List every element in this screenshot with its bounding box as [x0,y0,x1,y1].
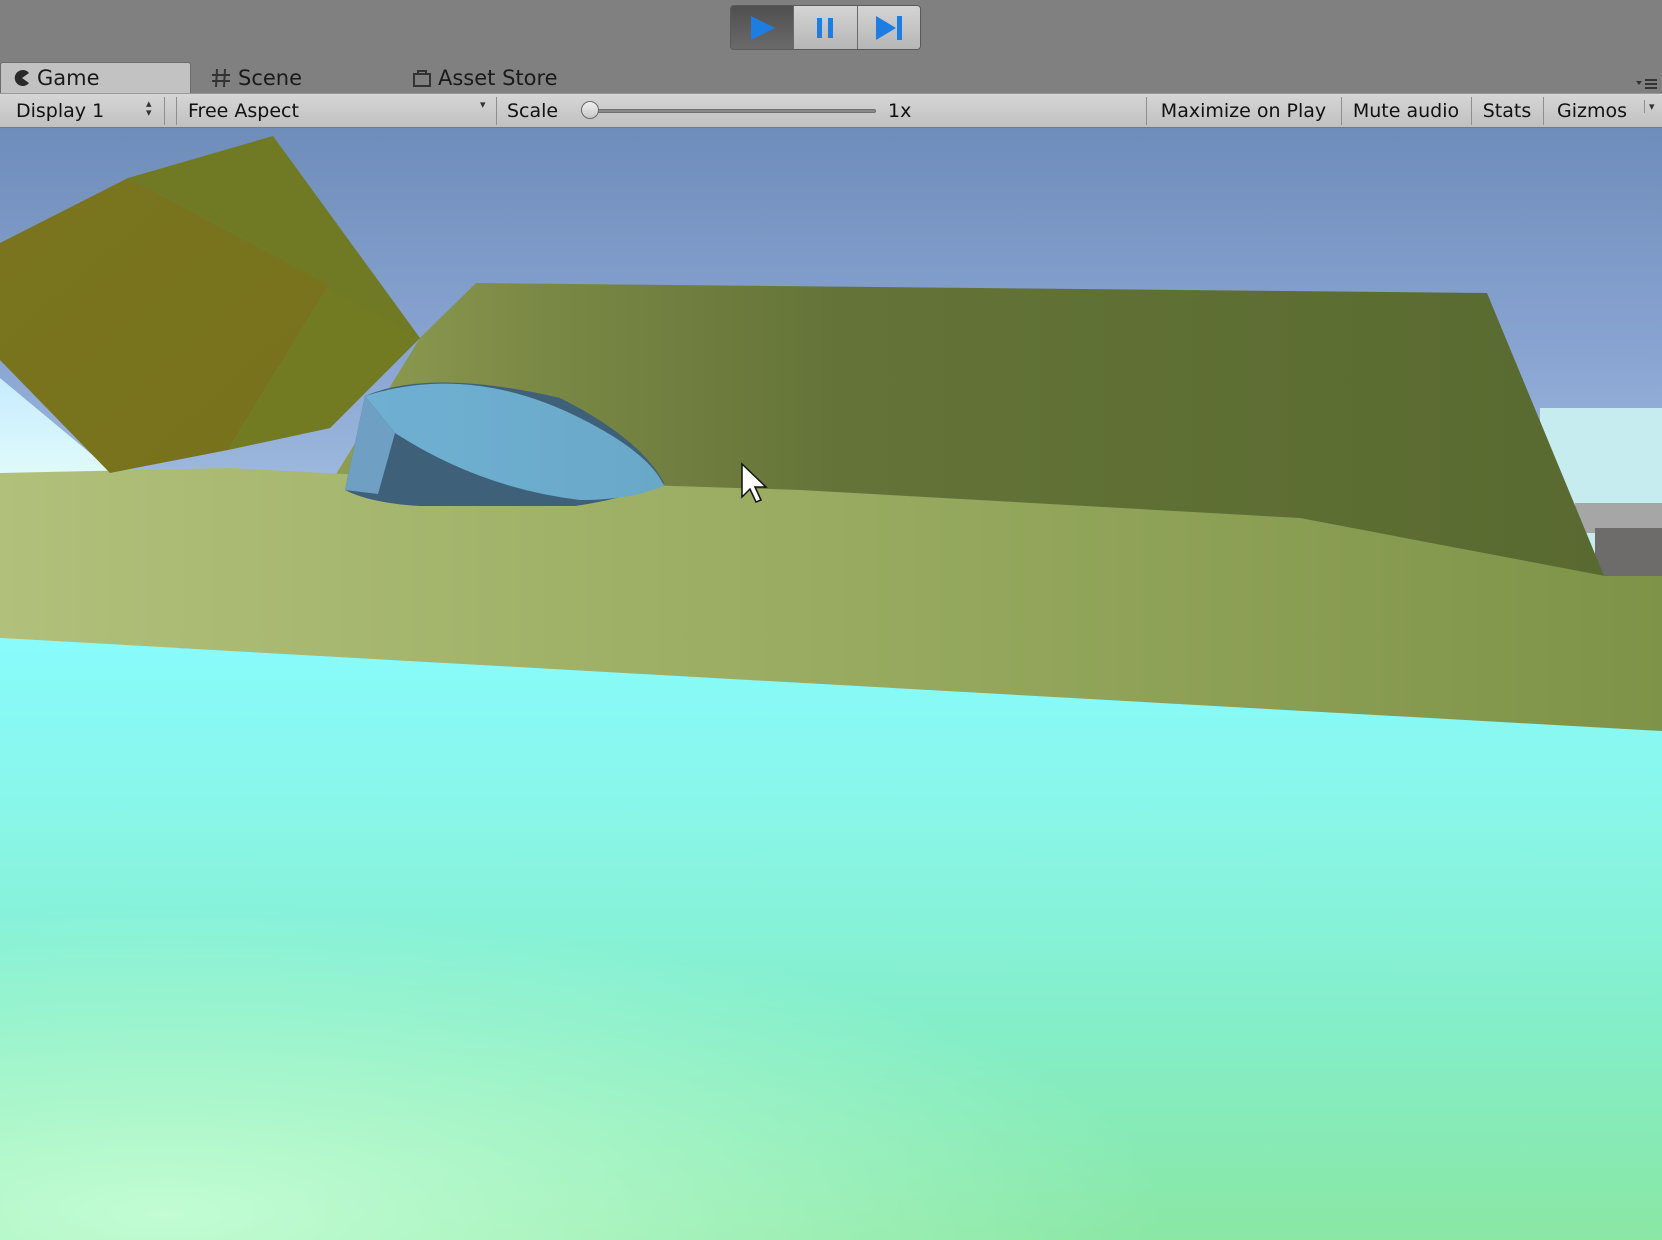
distant-dark-object [1595,528,1662,578]
scale-value: 1x [888,99,912,122]
up-down-arrows-icon: ▴ ▾ [146,97,152,119]
tab-game[interactable]: Game [0,62,191,93]
pause-icon [817,17,834,38]
hash-icon [210,67,232,89]
dropdown-arrow-icon: ▾ [480,98,486,111]
pause-button[interactable] [794,6,858,49]
gizmos-arrow-icon: ▾ [1644,100,1655,113]
scale-slider-track[interactable] [581,109,876,113]
game-viewport[interactable] [0,128,1662,1240]
scale-slider-handle[interactable] [581,101,599,119]
aspect-label: Free Aspect [188,99,299,122]
game-scene-render [0,128,1662,1240]
unity-editor-window: Game Scene Asset Store Display 1 ▴ ▾ Fre… [0,0,1662,1240]
play-icon [751,15,776,40]
maximize-on-play-toggle[interactable]: Maximize on Play [1147,94,1340,127]
tab-asset-store[interactable]: Asset Store [412,62,612,93]
tab-scene[interactable]: Scene [210,62,360,93]
shopping-bag-icon [412,68,432,88]
gizmos-dropdown[interactable]: Gizmos ▾ [1544,94,1662,127]
play-controls [730,5,921,50]
tab-context-menu-icon[interactable] [1636,76,1658,90]
tab-scene-label: Scene [238,65,303,90]
scale-label: Scale [507,99,559,122]
top-toolbar [0,0,1662,62]
aspect-dropdown[interactable]: Free Aspect ▾ [178,94,494,127]
tab-game-label: Game [37,66,100,90]
display-label: Display 1 [16,99,105,122]
stats-toggle[interactable]: Stats [1472,94,1542,127]
step-button[interactable] [857,6,920,49]
game-view-toolbar: Display 1 ▴ ▾ Free Aspect ▾ Scale 1x Maxi… [0,93,1662,128]
mute-audio-toggle[interactable]: Mute audio [1342,94,1470,127]
pacman-game-icon [13,69,31,87]
display-dropdown[interactable]: Display 1 ▴ ▾ [6,94,162,127]
tab-asset-store-label: Asset Store [438,65,558,90]
window-tab-strip: Game Scene Asset Store [0,62,1662,93]
play-button[interactable] [731,6,795,49]
step-icon [875,15,902,40]
